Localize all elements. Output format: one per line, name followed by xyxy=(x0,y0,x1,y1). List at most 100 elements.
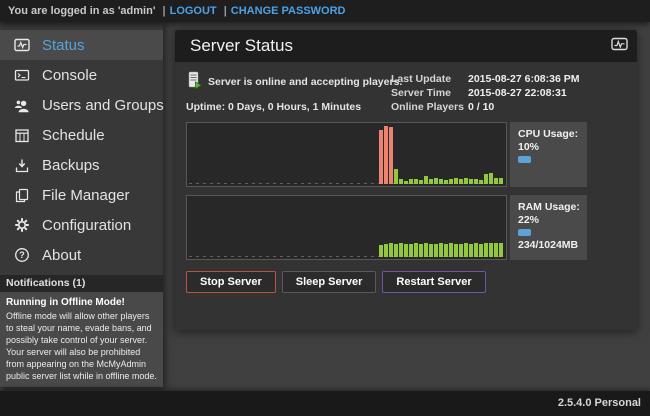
notification-title: Running in Offline Mode! xyxy=(6,297,157,309)
panel-body: Server is online and accepting players. … xyxy=(175,62,637,302)
chart-bar xyxy=(494,178,498,184)
sidebar-item-about[interactable]: ?About xyxy=(0,240,163,270)
notifications-header: Notifications (1) xyxy=(0,275,163,292)
chart-bar xyxy=(429,179,433,184)
ram-legend-detail: 234/1024MB xyxy=(518,239,587,252)
cpu-chart-plot xyxy=(186,122,507,187)
chart-bar xyxy=(379,130,383,184)
sidebar-item-users-and-groups[interactable]: Users and Groups xyxy=(0,90,163,120)
sidebar-item-label: Status xyxy=(42,37,85,54)
chart-bar xyxy=(464,178,468,184)
chart-bar xyxy=(444,244,448,257)
chart-bar xyxy=(394,244,398,257)
info-label: Last Update xyxy=(391,72,468,86)
server-info-table: Last Update2015-08-27 6:08:36 PMServer T… xyxy=(391,71,626,114)
chart-bar xyxy=(424,243,428,257)
chart-bar xyxy=(474,243,478,257)
version-text: 2.5.4.0 Personal xyxy=(558,397,641,409)
sidebar-item-configuration[interactable]: Configuration xyxy=(0,210,163,240)
chart-bar xyxy=(409,244,413,257)
chart-bar xyxy=(489,173,493,184)
chart-bar xyxy=(414,179,418,184)
chart-bar xyxy=(409,179,413,184)
info-row: Last Update2015-08-27 6:08:36 PM xyxy=(391,72,626,86)
chart-bar xyxy=(459,244,463,257)
server-online-icon xyxy=(186,71,202,92)
info-value: 2015-08-27 22:08:31 xyxy=(468,86,567,100)
chart-bar xyxy=(479,244,483,257)
chart-bar xyxy=(404,244,408,257)
stop-server-button[interactable]: Stop Server xyxy=(186,271,276,293)
info-value: 0 / 10 xyxy=(468,100,494,114)
server-info-section: Server is online and accepting players. … xyxy=(186,71,626,114)
info-label: Server Time xyxy=(391,86,468,100)
sleep-server-button[interactable]: Sleep Server xyxy=(282,271,377,293)
sidebar-menu: Status Console Users and Groups Schedule Bac… xyxy=(0,22,163,270)
server-status-text: Server is online and accepting players. xyxy=(208,76,402,88)
server-status-panel: Server Status Server is online and accep… xyxy=(175,30,637,330)
chart-bar xyxy=(434,178,438,184)
chart-bar xyxy=(459,179,463,184)
sidebar-item-file-manager[interactable]: File Manager xyxy=(0,180,163,210)
logged-in-text: You are logged in as 'admin' xyxy=(8,5,155,17)
chart-bar xyxy=(399,243,403,257)
info-row: Online Players0 / 10 xyxy=(391,100,626,114)
chart-bar xyxy=(474,179,478,184)
chart-bar xyxy=(464,243,468,257)
sidebar: Status Console Users and Groups Schedule Bac… xyxy=(0,22,163,387)
info-label: Online Players xyxy=(391,100,468,114)
chart-bar xyxy=(384,244,388,257)
sidebar-item-label: Configuration xyxy=(42,217,131,234)
chart-bar xyxy=(449,179,453,184)
server-control-buttons: Stop Server Sleep ServerRestart Server xyxy=(186,271,626,293)
chart-bar xyxy=(484,174,488,184)
sidebar-item-console[interactable]: Console xyxy=(0,60,163,90)
ram-legend-value: 22% xyxy=(518,214,587,227)
notification-text: Offline mode will allow other players to… xyxy=(6,310,157,382)
chart-bar xyxy=(424,176,428,184)
activity-chart-icon xyxy=(611,37,628,56)
about-icon: ? xyxy=(13,247,30,264)
footer: 2.5.4.0 Personal xyxy=(0,391,650,416)
chart-bar xyxy=(414,243,418,257)
cpu-legend-swatch xyxy=(518,156,531,163)
ram-chart-legend: RAM Usage: 22% 234/1024MB xyxy=(510,195,587,260)
chart-bar xyxy=(454,244,458,257)
svg-text:?: ? xyxy=(19,250,25,260)
topbar: You are logged in as 'admin' |LOGOUT |CH… xyxy=(0,0,650,22)
sidebar-item-status[interactable]: Status xyxy=(0,30,163,60)
chart-bar xyxy=(394,169,398,184)
console-icon xyxy=(13,67,30,84)
chart-bar xyxy=(379,245,383,257)
configuration-icon xyxy=(13,217,30,234)
cpu-usage-chart: CPU Usage: 10% xyxy=(186,122,587,187)
ram-chart-plot xyxy=(186,195,507,260)
sidebar-item-label: Schedule xyxy=(42,127,105,144)
server-status-line: Server is online and accepting players. xyxy=(186,71,391,92)
page-title: Server Status xyxy=(190,36,611,56)
chart-bar xyxy=(444,180,448,184)
chart-bar xyxy=(449,243,453,257)
chart-bar xyxy=(454,178,458,184)
sidebar-item-label: Console xyxy=(42,67,97,84)
change-password-link[interactable]: CHANGE PASSWORD xyxy=(231,5,346,17)
chart-bar xyxy=(479,180,483,184)
logout-link[interactable]: LOGOUT xyxy=(170,5,217,17)
file-manager-icon xyxy=(13,187,30,204)
ram-legend-swatch xyxy=(518,229,531,236)
sidebar-item-label: Users and Groups xyxy=(42,97,164,114)
schedule-icon xyxy=(13,127,30,144)
separator: | xyxy=(224,5,227,17)
chart-bar xyxy=(499,243,503,257)
chart-bar xyxy=(489,243,493,257)
chart-bar xyxy=(434,244,438,257)
sidebar-item-backups[interactable]: Backups xyxy=(0,150,163,180)
sidebar-item-schedule[interactable]: Schedule xyxy=(0,120,163,150)
chart-bar xyxy=(484,243,488,257)
chart-bar xyxy=(384,126,388,184)
restart-server-button[interactable]: Restart Server xyxy=(382,271,485,293)
chart-bar xyxy=(429,244,433,257)
chart-bar xyxy=(499,178,503,184)
chart-bar xyxy=(439,243,443,257)
users-icon xyxy=(13,97,30,114)
